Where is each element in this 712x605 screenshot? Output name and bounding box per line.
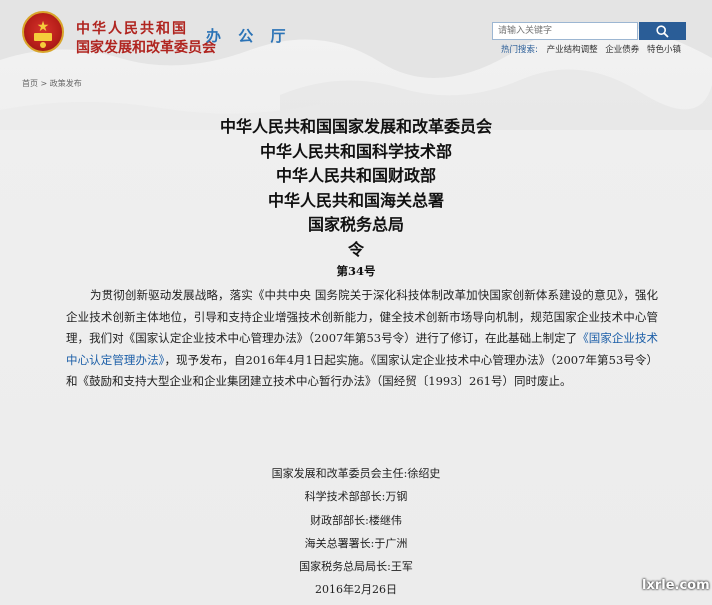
signature-mof: 财政部部长:楼继伟 bbox=[310, 513, 402, 527]
signature-most: 科学技术部部长:万钢 bbox=[304, 490, 408, 504]
watermark: lxrle.com bbox=[642, 578, 710, 593]
title-most: 中华人民共和国科学技术部 bbox=[259, 141, 452, 161]
hot-link-towns[interactable]: 特色小镇 bbox=[647, 45, 681, 55]
search-button[interactable] bbox=[639, 22, 686, 40]
office-label: 办 公 厅 bbox=[206, 27, 292, 45]
title-order: 令 bbox=[347, 239, 364, 259]
signature-ndrc: 国家发展和改革委员会主任:徐绍史 bbox=[271, 467, 441, 480]
signatures: 国家发展和改革委员会主任:徐绍史 科学技术部部长:万钢 财政部部长:楼继伟 海关… bbox=[0, 462, 712, 602]
document-titles: 中华人民共和国国家发展和改革委员会 中华人民共和国科学技术部 中华人民共和国财政… bbox=[0, 115, 712, 262]
breadcrumb: 首页 > 政策发布 bbox=[22, 78, 82, 89]
national-emblem-icon: ★ bbox=[22, 11, 64, 53]
document-body: 为贯彻创新驱动发展战略，落实《中共中央 国务院关于深化科技体制改革加快国家创新体… bbox=[66, 285, 658, 393]
search-input[interactable] bbox=[492, 22, 638, 40]
title-tax: 国家税务总局 bbox=[307, 215, 404, 234]
hot-link-industry[interactable]: 产业结构调整 bbox=[547, 45, 598, 55]
body-text-part1: 为贯彻创新驱动发展战略，落实《中共中央 国务院关于深化科技体制改革加快国家创新体… bbox=[66, 288, 658, 345]
breadcrumb-link[interactable]: 首页 > 政策发布 bbox=[22, 79, 82, 88]
hot-search-label: 热门搜索: bbox=[501, 45, 538, 55]
issue-date: 2016年2月26日 bbox=[315, 583, 397, 597]
order-number: 第34号 bbox=[336, 264, 376, 278]
title-ndrc: 中华人民共和国国家发展和改革委员会 bbox=[219, 117, 492, 136]
signature-tax: 国家税务总局局长:王军 bbox=[299, 560, 413, 574]
hot-search: 热门搜索: 产业结构调整 企业债券 特色小镇 bbox=[501, 43, 686, 55]
site-header: ★ 中华人民共和国 国家发展和改革委员会 办 公 厅 热门搜索: 产业结构调整 … bbox=[0, 0, 712, 72]
signature-customs: 海关总署署长:于广洲 bbox=[304, 536, 408, 550]
title-customs: 中华人民共和国海关总署 bbox=[267, 190, 444, 210]
hot-link-bonds[interactable]: 企业债券 bbox=[605, 45, 639, 55]
org-name-line2: 国家发展和改革委员会 bbox=[76, 40, 216, 56]
org-name-line1: 中华人民共和国 bbox=[76, 21, 188, 37]
search-icon bbox=[656, 25, 669, 38]
title-mof: 中华人民共和国财政部 bbox=[275, 166, 436, 185]
